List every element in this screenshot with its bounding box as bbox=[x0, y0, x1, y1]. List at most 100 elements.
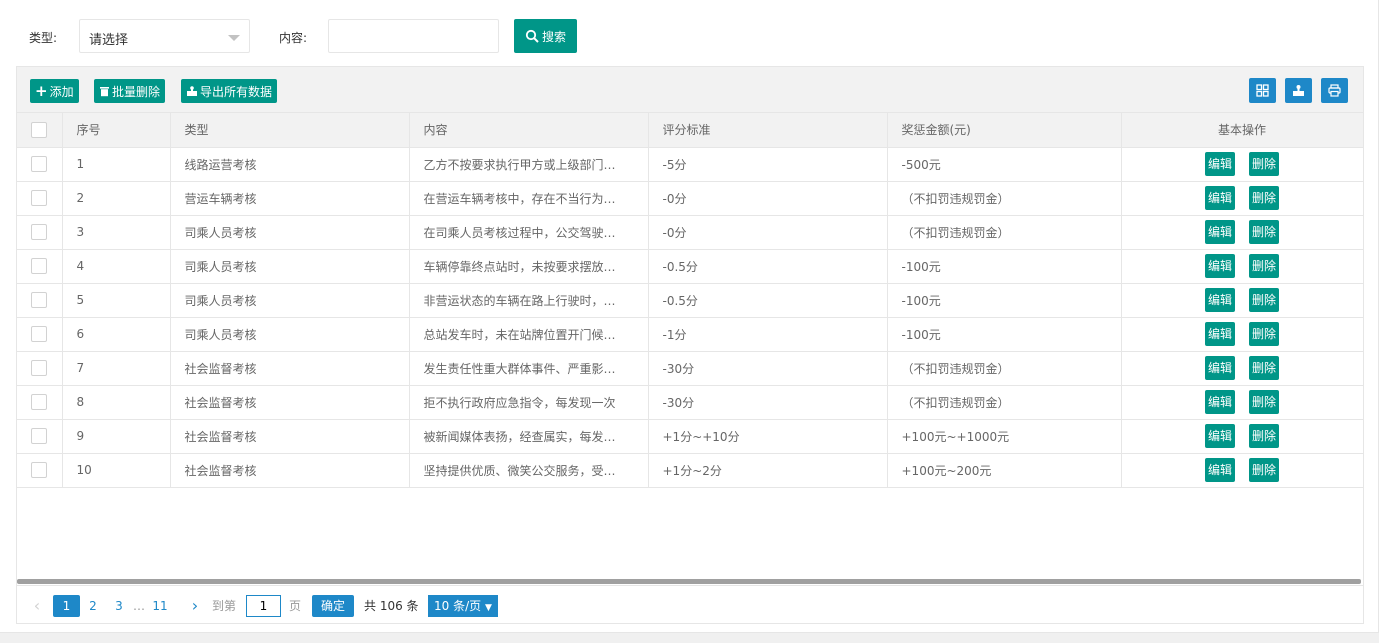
cell-type: 司乘人员考核 bbox=[170, 283, 410, 318]
delete-button[interactable]: 删除 bbox=[1249, 186, 1280, 210]
print-icon[interactable] bbox=[1321, 78, 1348, 103]
table-row[interactable]: 9 社会监督考核 被新闻媒体表扬，经查属实，每发… +1分~+10分 +100元~+10… bbox=[17, 419, 1363, 454]
delete-button[interactable]: 删除 bbox=[1249, 254, 1280, 278]
edit-button[interactable]: 编辑 bbox=[1204, 220, 1235, 244]
table-row[interactable]: 3 司乘人员考核 在司乘人员考核过程中，公交驾驶… -0分 （不扣罚违规罚金） 编辑 删除 bbox=[17, 215, 1363, 250]
cell-type: 司乘人员考核 bbox=[170, 317, 410, 352]
edit-button[interactable]: 编辑 bbox=[1204, 458, 1235, 482]
edit-button[interactable]: 编辑 bbox=[1204, 288, 1235, 312]
row-checkbox-cell[interactable] bbox=[17, 283, 63, 318]
export-icon[interactable] bbox=[1285, 78, 1312, 103]
table-row[interactable]: 4 司乘人员考核 车辆停靠终点站时，未按要求摆放… -0.5分 -100元 编辑 删除 bbox=[17, 249, 1363, 284]
edit-button[interactable]: 编辑 bbox=[1204, 186, 1235, 210]
row-checkbox[interactable] bbox=[31, 190, 48, 206]
header-type[interactable]: 类型 bbox=[170, 113, 410, 148]
edit-button[interactable]: 编辑 bbox=[1204, 322, 1235, 346]
table-row[interactable]: 7 社会监督考核 发生责任性重大群体事件、严重影… -30分 （不扣罚违规罚金） 编辑 删除 bbox=[17, 351, 1363, 386]
cell-no: 5 bbox=[62, 283, 171, 318]
row-checkbox-cell[interactable] bbox=[17, 453, 63, 488]
row-checkbox[interactable] bbox=[31, 326, 48, 342]
table-row[interactable]: 5 司乘人员考核 非营运状态的车辆在路上行驶时，… -0.5分 -100元 编辑 删除 bbox=[17, 283, 1363, 318]
content-input[interactable] bbox=[328, 19, 499, 53]
row-checkbox[interactable] bbox=[31, 428, 48, 444]
table-body: 1 线路运营考核 乙方不按要求执行甲方或上级部门… -5分 -500元 编辑 删除 2 营运车辆… bbox=[17, 147, 1363, 488]
edit-button[interactable]: 编辑 bbox=[1204, 390, 1235, 414]
header-amount[interactable]: 奖惩金额(元) bbox=[887, 113, 1122, 148]
row-checkbox-cell[interactable] bbox=[17, 317, 63, 352]
table-row[interactable]: 10 社会监督考核 坚持提供优质、微笑公交服务，受… +1分~2分 +100元~200元… bbox=[17, 453, 1363, 488]
cell-score: -5分 bbox=[648, 147, 888, 182]
edit-button[interactable]: 编辑 bbox=[1204, 424, 1235, 448]
caret-down-icon: ▼ bbox=[484, 603, 492, 613]
delete-button[interactable]: 删除 bbox=[1249, 152, 1280, 176]
cell-operations: 编辑 删除 bbox=[1120, 453, 1363, 488]
row-checkbox-cell[interactable] bbox=[17, 181, 63, 216]
page-size-select[interactable]: 10 条/页 ▼ bbox=[428, 595, 498, 617]
cell-amount: -100元 bbox=[887, 317, 1122, 352]
cell-type: 司乘人员考核 bbox=[170, 249, 410, 284]
page-3[interactable]: 3 bbox=[109, 595, 129, 617]
edit-button[interactable]: 编辑 bbox=[1204, 152, 1235, 176]
row-checkbox[interactable] bbox=[31, 462, 48, 478]
row-checkbox-cell[interactable] bbox=[17, 351, 63, 386]
row-checkbox[interactable] bbox=[31, 394, 48, 410]
cell-score: -0分 bbox=[648, 215, 888, 250]
columns-icon[interactable] bbox=[1249, 78, 1276, 103]
edit-button[interactable]: 编辑 bbox=[1204, 254, 1235, 278]
cell-amount: （不扣罚违规罚金） bbox=[887, 181, 1122, 216]
search-button[interactable]: 搜索 bbox=[514, 19, 577, 53]
table-row[interactable]: 1 线路运营考核 乙方不按要求执行甲方或上级部门… -5分 -500元 编辑 删除 bbox=[17, 147, 1363, 182]
page-1[interactable]: 1 bbox=[53, 595, 80, 617]
prev-page-button[interactable]: ‹ bbox=[27, 595, 47, 617]
delete-button[interactable]: 删除 bbox=[1249, 390, 1280, 414]
row-checkbox[interactable] bbox=[31, 156, 48, 172]
batch-delete-button[interactable]: 批量删除 bbox=[94, 79, 166, 103]
cell-amount: （不扣罚违规罚金） bbox=[887, 385, 1122, 420]
delete-button[interactable]: 删除 bbox=[1249, 424, 1280, 448]
table-row[interactable]: 6 司乘人员考核 总站发车时，未在站牌位置开门候… -1分 -100元 编辑 删除 bbox=[17, 317, 1363, 352]
goto-page-input[interactable] bbox=[246, 595, 281, 617]
cell-type: 社会监督考核 bbox=[170, 351, 410, 386]
cell-no: 3 bbox=[62, 215, 171, 250]
cell-operations: 编辑 删除 bbox=[1120, 147, 1363, 182]
search-button-label: 搜索 bbox=[541, 29, 566, 44]
delete-button[interactable]: 删除 bbox=[1249, 356, 1280, 380]
delete-button[interactable]: 删除 bbox=[1249, 220, 1280, 244]
row-checkbox[interactable] bbox=[31, 292, 48, 308]
cell-content: 车辆停靠终点站时，未按要求摆放… bbox=[409, 249, 649, 284]
cell-score: -0.5分 bbox=[648, 283, 888, 318]
row-checkbox-cell[interactable] bbox=[17, 147, 63, 182]
page-last[interactable]: 11 bbox=[150, 595, 170, 617]
add-button[interactable]: + 添加 bbox=[30, 79, 79, 103]
page-2[interactable]: 2 bbox=[83, 595, 103, 617]
cell-type: 司乘人员考核 bbox=[170, 215, 410, 250]
horizontal-scrollbar[interactable] bbox=[17, 579, 1361, 584]
table-row[interactable]: 8 社会监督考核 拒不执行政府应急指令，每发现一次 -30分 （不扣罚违规罚金） 编辑 删除 bbox=[17, 385, 1363, 420]
select-all-checkbox-cell[interactable] bbox=[17, 113, 63, 148]
row-checkbox-cell[interactable] bbox=[17, 249, 63, 284]
delete-button[interactable]: 删除 bbox=[1249, 288, 1280, 312]
next-page-button[interactable]: › bbox=[185, 595, 205, 617]
header-no[interactable]: 序号 bbox=[62, 113, 171, 148]
select-all-checkbox[interactable] bbox=[31, 121, 48, 138]
delete-button[interactable]: 删除 bbox=[1249, 322, 1280, 346]
table-row[interactable]: 2 营运车辆考核 在营运车辆考核中，存在不当行为… -0分 （不扣罚违规罚金） 编辑 删除 bbox=[17, 181, 1363, 216]
plus-icon: + bbox=[35, 81, 48, 100]
edit-button[interactable]: 编辑 bbox=[1204, 356, 1235, 380]
delete-button[interactable]: 删除 bbox=[1249, 458, 1280, 482]
export-all-button[interactable]: 导出所有数据 bbox=[181, 79, 278, 103]
row-checkbox-cell[interactable] bbox=[17, 215, 63, 250]
cell-content: 被新闻媒体表扬，经查属实，每发… bbox=[409, 419, 649, 454]
goto-confirm-button[interactable]: 确定 bbox=[312, 595, 355, 617]
data-table: 序号 类型 内容 评分标准 奖惩金额(元) 基本操作 1 线路运营考核 乙方不按要求… bbox=[17, 113, 1363, 488]
page-ellipsis: … bbox=[133, 599, 145, 613]
row-checkbox[interactable] bbox=[31, 258, 48, 274]
cell-score: -0.5分 bbox=[648, 249, 888, 284]
row-checkbox-cell[interactable] bbox=[17, 419, 63, 454]
type-select[interactable]: 请选择 bbox=[79, 19, 250, 53]
row-checkbox[interactable] bbox=[31, 360, 48, 376]
row-checkbox[interactable] bbox=[31, 224, 48, 240]
header-content[interactable]: 内容 bbox=[409, 113, 649, 148]
header-score[interactable]: 评分标准 bbox=[648, 113, 888, 148]
row-checkbox-cell[interactable] bbox=[17, 385, 63, 420]
